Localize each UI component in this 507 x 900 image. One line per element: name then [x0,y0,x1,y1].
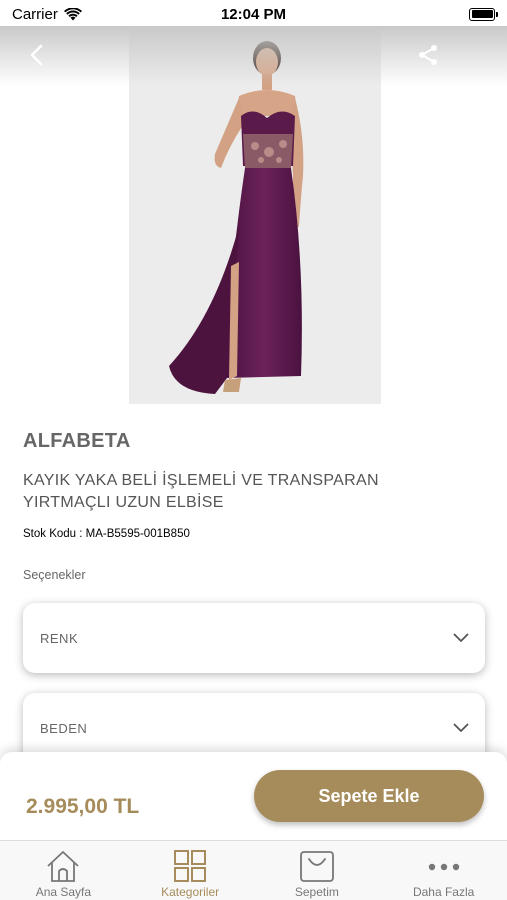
home-icon [47,851,79,882]
battery-icon [469,7,498,21]
product-price: 2.995,00 TL [26,795,140,818]
share-button[interactable] [413,40,443,70]
tab-home[interactable]: Ana Sayfa [0,841,127,900]
product-brand: ALFABETA [23,430,131,452]
color-select-label: RENK [40,630,79,646]
size-select-label: BEDEN [40,720,88,736]
back-button[interactable] [22,40,52,70]
color-select[interactable]: RENK [23,603,485,673]
wifi-icon [63,7,82,20]
share-icon [419,45,437,65]
tab-categories[interactable]: Kategoriler [127,841,254,900]
add-to-cart-button[interactable]: Sepete Ekle [254,770,484,822]
shopping-bag-icon [299,851,334,882]
status-left: Carrier [12,6,82,23]
tab-bar: Ana Sayfa Kategoriler Sepetim Daha Fazla [0,840,507,900]
tab-cart[interactable]: Sepetim [254,841,381,900]
chevron-down-icon [453,633,469,642]
tab-more-label: Daha Fazla [412,885,475,899]
tab-more[interactable]: Daha Fazla [380,841,507,900]
product-gallery[interactable] [0,26,507,404]
chevron-down-icon [453,723,469,732]
tab-home-label: Ana Sayfa [35,885,92,899]
stock-code: Stok Kodu : MA-B5595-001B850 [23,528,190,540]
status-bar: Carrier 12:04 PM [0,0,507,28]
chevron-left-icon [30,44,43,66]
tab-cart-label: Sepetim [294,885,339,899]
tab-categories-label: Kategoriler [161,885,220,899]
grid-icon [174,850,207,882]
product-title: KAYIK YAKA BELİ İŞLEMELİ VE TRANSPARAN Y… [23,472,379,511]
cart-bar: 2.995,00 TL Sepete Ekle [0,752,507,842]
carrier-label: Carrier [12,5,58,23]
options-label: Seçenekler [23,568,86,582]
more-icon [428,863,459,871]
